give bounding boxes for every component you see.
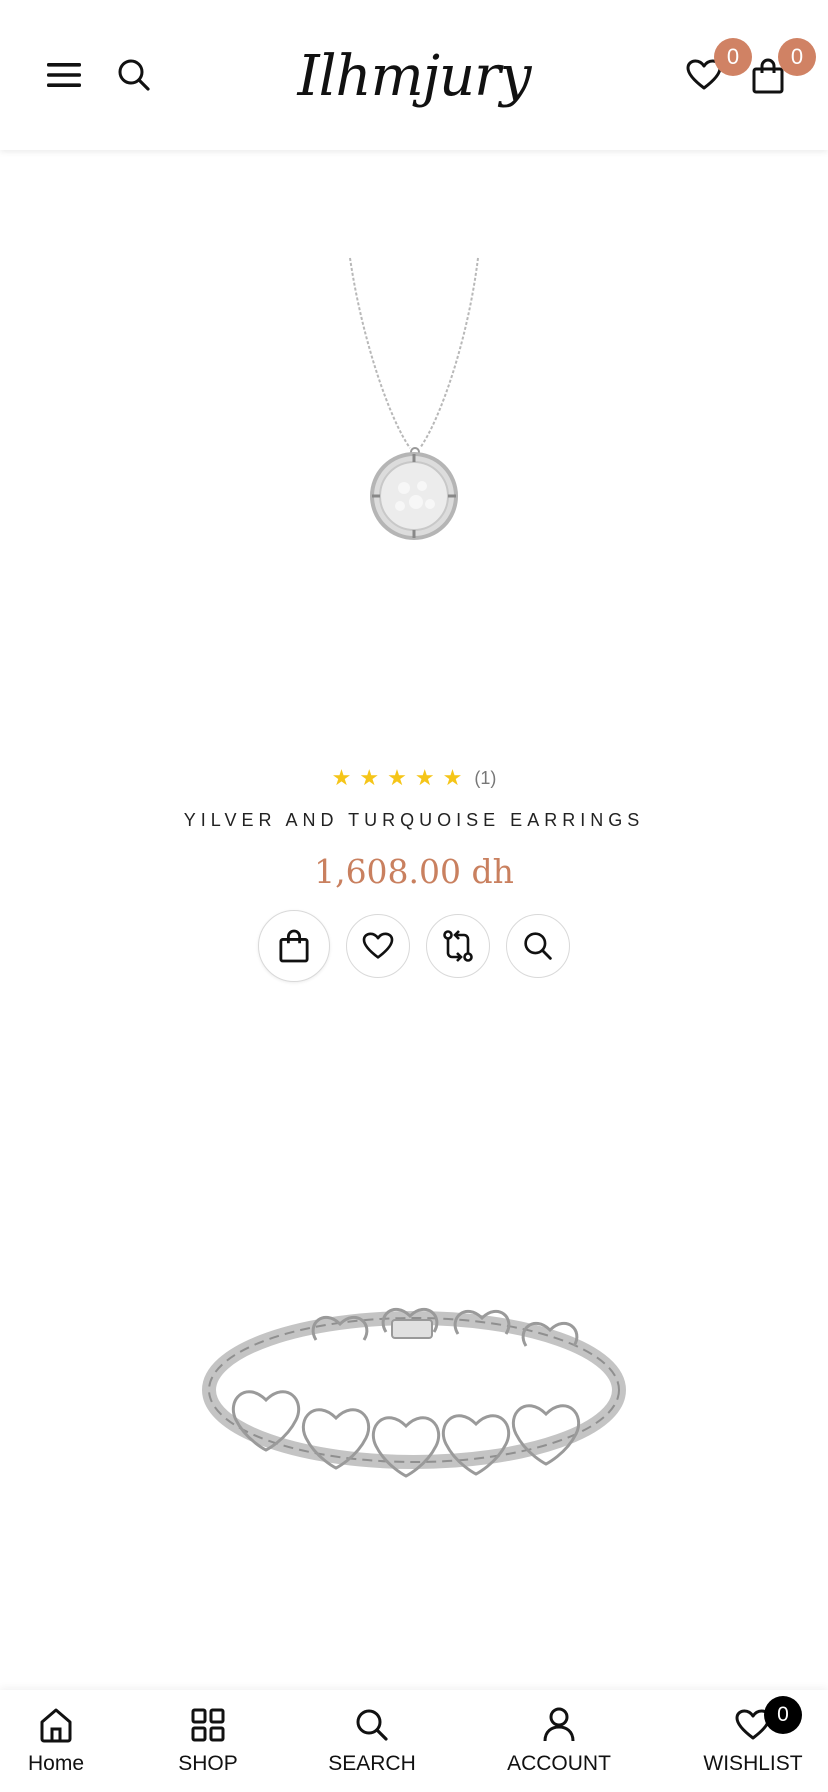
search-icon bbox=[356, 1709, 388, 1741]
shopping-bag-icon bbox=[279, 929, 309, 963]
necklace-pendant-image bbox=[349, 257, 479, 540]
cart-count-badge: 0 bbox=[778, 38, 816, 76]
nav-search[interactable]: SEARCH bbox=[322, 1690, 422, 1792]
menu-icon bbox=[47, 63, 81, 87]
nav-search-label: SEARCH bbox=[328, 1752, 416, 1775]
nav-home-label: Home bbox=[27, 1752, 85, 1775]
product-price: 1,608.00 dh bbox=[314, 852, 514, 891]
nav-home[interactable]: Home bbox=[16, 1690, 96, 1792]
nav-account-label: ACCOUNT bbox=[507, 1752, 611, 1775]
heart-icon bbox=[362, 932, 394, 959]
add-to-cart-button[interactable] bbox=[258, 910, 330, 982]
bracelet-image bbox=[202, 1307, 626, 1478]
star-icon: ★ bbox=[442, 765, 463, 790]
search-icon bbox=[118, 59, 150, 91]
star-icon: ★ bbox=[331, 765, 352, 790]
nav-account[interactable]: ACCOUNT bbox=[498, 1690, 620, 1792]
user-icon bbox=[543, 1707, 575, 1742]
menu-button[interactable] bbox=[38, 50, 90, 100]
product-rating: ★ ★ ★ ★ ★ (1) bbox=[0, 762, 828, 794]
star-icon: ★ bbox=[414, 765, 435, 790]
product-image-necklace[interactable] bbox=[300, 250, 528, 550]
home-icon bbox=[40, 1708, 72, 1743]
rating-count: (1) bbox=[474, 767, 497, 788]
quick-view-button[interactable] bbox=[506, 914, 570, 978]
star-icon: ★ bbox=[359, 765, 380, 790]
wishlist-count-badge: 0 bbox=[714, 38, 752, 76]
nav-wishlist-count-badge: 0 bbox=[764, 1696, 802, 1734]
bottom-navigation: Home SHOP SEARCH ACCOUNT WISHLIST bbox=[0, 1690, 828, 1792]
product-actions bbox=[0, 910, 828, 982]
compare-button[interactable] bbox=[426, 914, 490, 978]
nav-shop-label: SHOP bbox=[178, 1752, 238, 1775]
product-image-bracelet[interactable] bbox=[196, 1280, 632, 1500]
compare-icon bbox=[443, 930, 473, 962]
add-to-wishlist-button[interactable] bbox=[346, 914, 410, 978]
star-icon: ★ bbox=[387, 765, 407, 790]
product-title[interactable]: YILVER AND TURQUOISE EARRINGS bbox=[0, 810, 828, 831]
site-logo[interactable]: Ilhmjury bbox=[297, 30, 531, 122]
nav-wishlist-label: WISHLIST bbox=[703, 1752, 803, 1775]
search-icon bbox=[524, 932, 552, 960]
header-search-button[interactable] bbox=[108, 50, 160, 100]
site-header: Ilhmjury 0 0 bbox=[0, 0, 828, 150]
nav-shop[interactable]: SHOP bbox=[168, 1690, 248, 1792]
grid-icon bbox=[191, 1708, 225, 1742]
